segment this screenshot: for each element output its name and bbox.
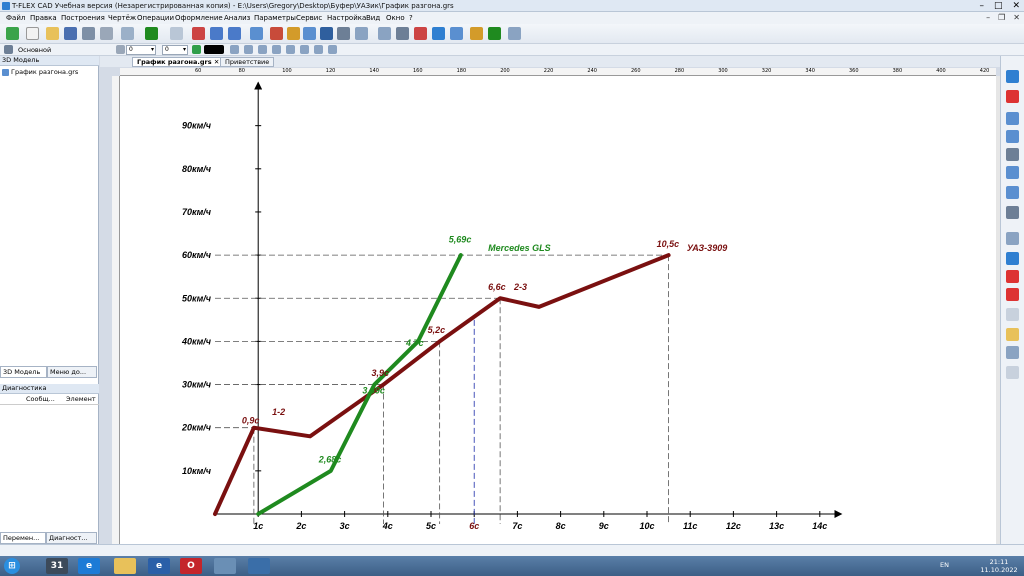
status-bar — [0, 544, 1024, 556]
taskbar-opera-icon[interactable]: O — [180, 558, 202, 574]
layers-panel-icon[interactable] — [1006, 232, 1019, 245]
data-label: 2,68c — [318, 455, 342, 465]
data-label: 1-2 — [272, 407, 285, 417]
y-tick-label: 10км/ч — [182, 466, 212, 476]
x-tick-label: 14c — [812, 521, 827, 531]
right-toolbar — [1000, 56, 1024, 544]
page-icon[interactable] — [1006, 346, 1019, 359]
y-tick-label: 70км/ч — [182, 207, 212, 217]
x-tick-label: 5c — [426, 521, 436, 531]
zoom-previous-icon[interactable] — [1006, 186, 1019, 199]
taskbar-ie-icon[interactable]: e — [78, 558, 100, 574]
y-tick-label: 90км/ч — [182, 121, 212, 131]
data-label: 5,69c — [449, 234, 472, 244]
taskbar-tflex-icon[interactable] — [214, 558, 236, 574]
x-tick-label: 13c — [769, 521, 784, 531]
check-icon[interactable] — [1006, 270, 1019, 283]
select-icon[interactable] — [1006, 70, 1019, 83]
data-label: 4,7c — [405, 338, 424, 348]
data-label: 2-3 — [513, 282, 527, 292]
clock[interactable]: 21:11 11.10.2022 — [978, 558, 1020, 574]
taskbar-app-calendar-icon[interactable]: 31 — [46, 558, 68, 574]
y-tick-label: 30км/ч — [182, 380, 212, 390]
taskbar-tflex2-icon[interactable] — [248, 558, 270, 574]
taskbar-explorer-icon[interactable] — [114, 558, 136, 574]
data-label: 5,2c — [428, 325, 446, 335]
pan-view-icon[interactable] — [1006, 206, 1019, 219]
x-tick-label: 11c — [683, 521, 697, 531]
y-tick-label: 20км/ч — [181, 423, 212, 433]
x-tick-label: 8c — [556, 521, 566, 531]
x-tick-label: 4c — [382, 521, 393, 531]
magnet-icon[interactable] — [1006, 90, 1019, 103]
x-tick-label: 3c — [340, 521, 350, 531]
y-tick-label: 40км/ч — [181, 336, 212, 346]
data-label: Mercedes GLS — [488, 243, 551, 253]
language-indicator[interactable]: EN — [940, 561, 949, 569]
folder-icon[interactable] — [1006, 328, 1019, 341]
zoom-window-icon[interactable] — [1006, 166, 1019, 179]
x-tick-label: 7c — [512, 521, 522, 531]
measure-icon[interactable] — [1006, 288, 1019, 301]
data-label: 0,9c — [242, 416, 260, 426]
properties-icon[interactable] — [1006, 308, 1019, 321]
zoom-in-icon[interactable] — [1006, 112, 1019, 125]
y-tick-label: 60км/ч — [182, 250, 212, 260]
acceleration-chart: 1c 2c 3c 4c 5c 6c 7c 8c 9c 10c 11c 12c 13c 14c 10км/ч 2… — [181, 81, 843, 531]
y-tick-label: 50км/ч — [182, 293, 212, 303]
data-label: УАЗ-3909 — [687, 243, 727, 253]
windows-taskbar: ⊞ 31 e e O EN 21:11 11.10.2022 — [0, 556, 1024, 576]
taskbar-ie2-icon[interactable]: e — [148, 558, 170, 574]
data-label: 3,9c — [371, 368, 389, 378]
library-icon[interactable] — [1006, 252, 1019, 265]
y-tick-label: 80км/ч — [182, 164, 212, 174]
x-tick-label: 10c — [639, 521, 654, 531]
x-tick-label: 6c — [469, 521, 479, 531]
x-tick-label: 9c — [599, 521, 609, 531]
start-button-icon[interactable]: ⊞ — [4, 558, 20, 574]
data-label: 10,5c — [657, 239, 680, 249]
blank-page-icon[interactable] — [1006, 366, 1019, 379]
x-tick-label: 12c — [726, 521, 741, 531]
data-label: 3,69c — [362, 385, 385, 395]
x-tick-label: 2c — [295, 521, 306, 531]
fit-window-icon[interactable] — [1006, 148, 1019, 161]
data-label: 6,6c — [488, 282, 506, 292]
x-tick-label: 1c — [253, 521, 263, 531]
zoom-out-icon[interactable] — [1006, 130, 1019, 143]
